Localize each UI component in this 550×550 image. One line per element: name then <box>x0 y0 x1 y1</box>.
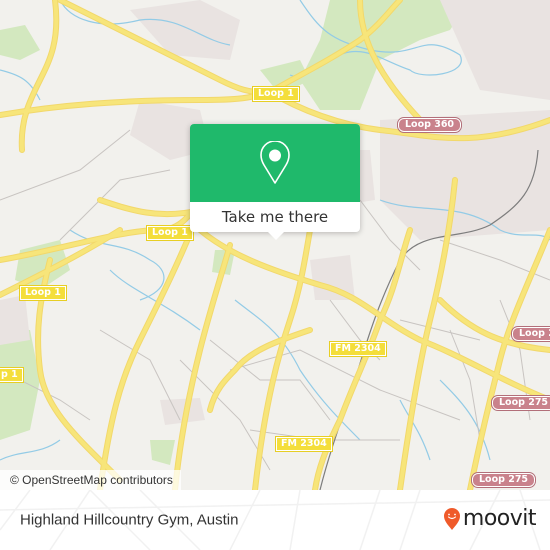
road-label-loop-1: Loop 1 <box>19 285 67 301</box>
moovit-logo[interactable]: moovit <box>443 506 537 531</box>
map-attribution[interactable]: © OpenStreetMap contributors <box>0 470 181 490</box>
road-label-loop-1: Loop 1 <box>252 86 300 102</box>
moovit-wordmark: moovit <box>462 506 537 531</box>
take-me-there-button[interactable]: Take me there <box>190 202 360 232</box>
park-areas <box>0 0 470 465</box>
road-label-loop-275: Loop 275 <box>470 472 537 488</box>
road-label-loop-275: Loop 275 <box>490 395 550 411</box>
road-label-loop-1: Loop 1 <box>146 225 194 241</box>
road-label-fm-2304: FM 2304 <box>329 341 387 357</box>
popup-pointer <box>267 231 285 240</box>
road-label-fm-2304: FM 2304 <box>275 436 333 452</box>
moovit-pin-smile-icon <box>443 508 460 530</box>
map-tiles <box>0 0 550 490</box>
road-label-loop-1: p 1 <box>0 367 24 383</box>
road-label-loop-2: Loop 2 <box>511 326 550 342</box>
popup-header <box>190 124 360 202</box>
location-popup: Take me there <box>190 124 360 240</box>
map-pin-icon <box>260 141 290 184</box>
road-label-loop-360: Loop 360 <box>396 117 463 133</box>
map[interactable]: Loop 1 Loop 360 Loop 1 Loop 1 p 1 FM 230… <box>0 0 550 490</box>
footer: Highland Hillcountry Gym, Austin moovit <box>0 490 550 550</box>
place-name: Highland Hillcountry Gym, Austin <box>20 511 239 529</box>
